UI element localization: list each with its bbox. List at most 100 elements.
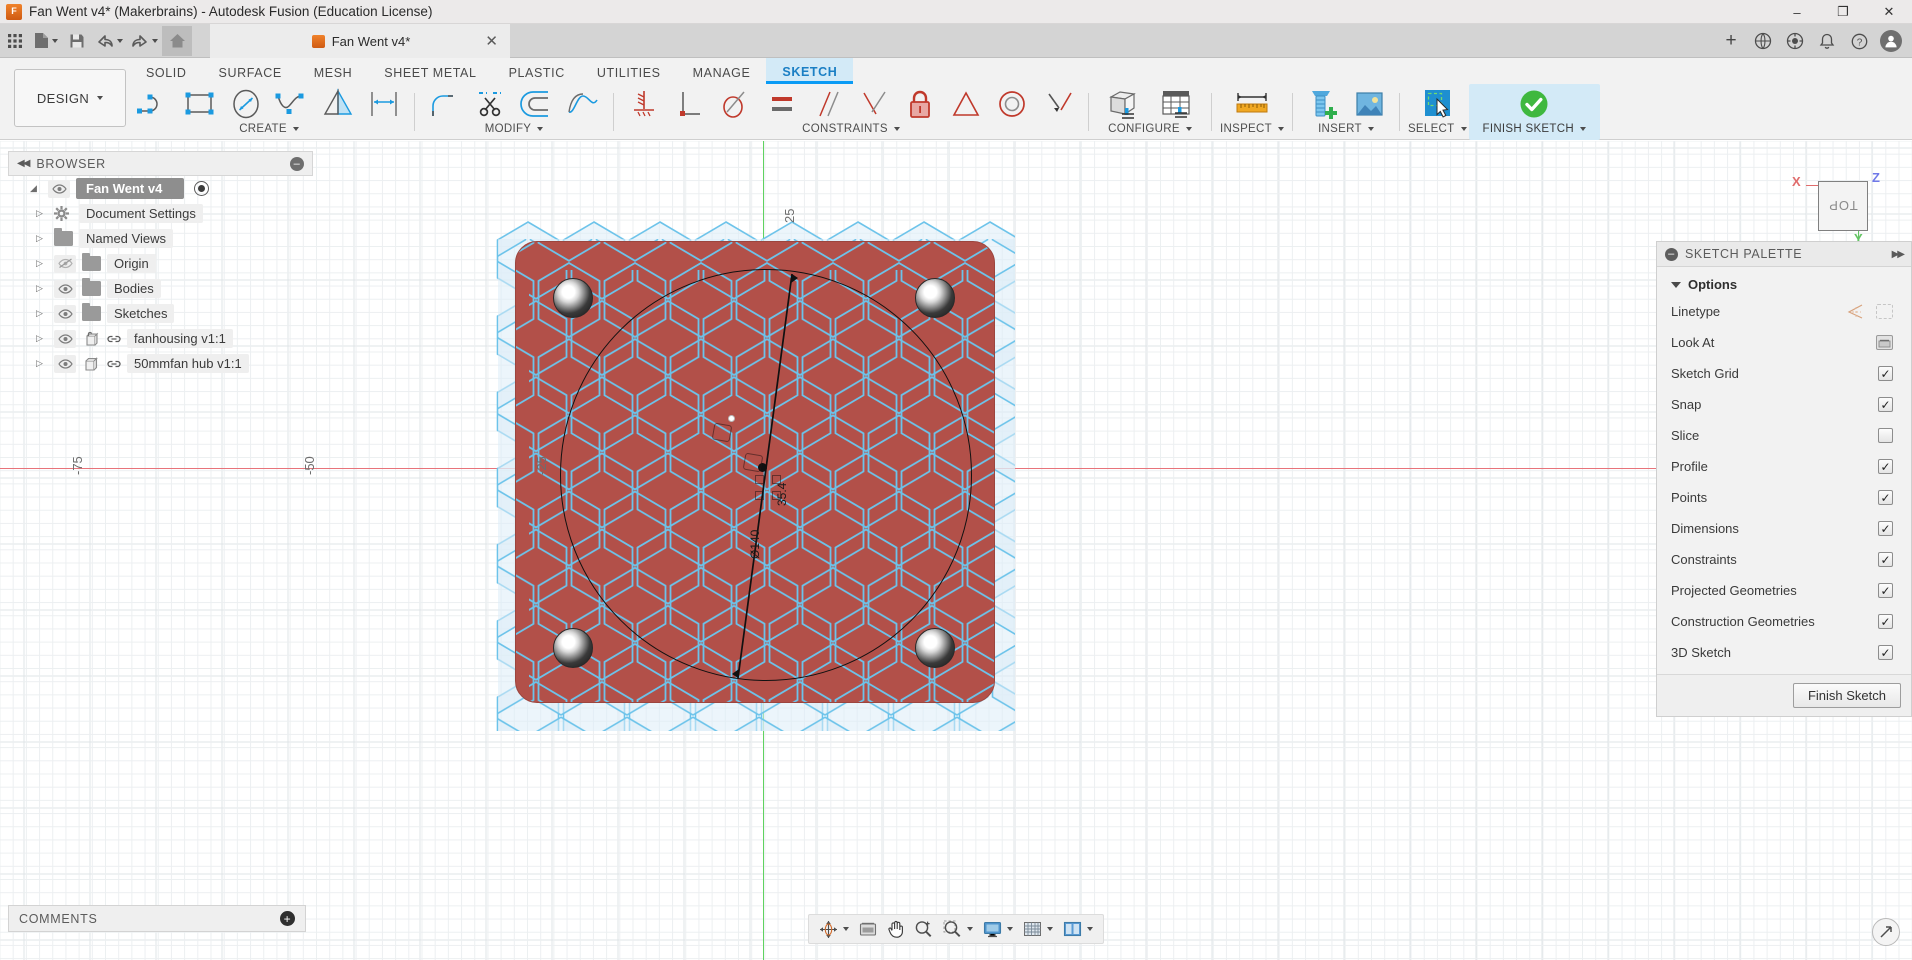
collinear-icon[interactable]: [1036, 84, 1080, 124]
visibility-eye-off-icon[interactable]: [54, 254, 76, 273]
add-tab-button[interactable]: +: [1716, 26, 1746, 56]
orbit-icon[interactable]: [814, 916, 854, 942]
line-icon[interactable]: [132, 84, 176, 124]
configure-table-icon[interactable]: [1151, 84, 1203, 124]
browser-item-fan-went[interactable]: ◢ Fan Went v4: [8, 176, 313, 201]
zoom-window-icon[interactable]: [938, 916, 978, 942]
equal-icon[interactable]: [760, 84, 804, 124]
show-hide-navbar-icon[interactable]: [1872, 918, 1900, 946]
ribbon-group-label-insert[interactable]: INSERT: [1318, 123, 1374, 135]
mount-hole-top-left[interactable]: [553, 278, 593, 318]
expander-icon[interactable]: ▷: [36, 208, 48, 219]
sketch-point-upper[interactable]: [728, 415, 735, 422]
expander-icon[interactable]: ▷: [36, 333, 48, 344]
polygon-icon[interactable]: [316, 84, 360, 124]
ribbon-group-label-create[interactable]: CREATE: [239, 123, 299, 135]
visibility-eye-icon[interactable]: [54, 279, 76, 298]
visibility-eye-icon[interactable]: [48, 179, 70, 198]
browser-item-50mmfan-hub[interactable]: ▷ 50mmfan hub v1:1: [8, 351, 313, 376]
pan-hand-icon[interactable]: [882, 916, 909, 942]
midpoint-icon[interactable]: [852, 84, 896, 124]
redo-icon[interactable]: [127, 26, 162, 56]
data-panel-icon[interactable]: [1780, 26, 1810, 56]
expander-icon[interactable]: ◢: [30, 183, 42, 194]
viewcube-face-top[interactable]: TOP: [1818, 181, 1868, 231]
help-icon[interactable]: ?: [1844, 26, 1874, 56]
close-button[interactable]: ✕: [1866, 0, 1912, 24]
browser-item-sketches[interactable]: ▷ Sketches: [8, 301, 313, 326]
mount-hole-bottom-left[interactable]: [553, 628, 593, 668]
expander-icon[interactable]: ▷: [36, 283, 48, 294]
add-comment-icon[interactable]: +: [280, 911, 295, 926]
ribbon-group-label-modify[interactable]: MODIFY: [485, 123, 544, 135]
offset-icon[interactable]: [515, 84, 559, 124]
ribbon-group-label-select[interactable]: SELECT: [1408, 123, 1467, 135]
save-icon[interactable]: [62, 26, 92, 56]
activate-component-radio[interactable]: [194, 181, 210, 196]
dimension-value-length[interactable]: 35.4: [775, 483, 789, 506]
grid-snaps-icon[interactable]: [1018, 916, 1058, 942]
configure-body-icon[interactable]: [1097, 84, 1149, 124]
document-tab[interactable]: Fan Went v4* ✕: [210, 24, 510, 58]
construction-geometries-checkbox[interactable]: ✓: [1878, 614, 1893, 629]
minimize-icon[interactable]: –: [1665, 247, 1678, 261]
design-canvas[interactable]: 35.4 Ø140 -75 -50 -25 25 X Z Y TOP ◀◀ BR…: [0, 141, 1912, 960]
ribbon-group-finish-sketch[interactable]: FINISH SKETCH: [1468, 84, 1600, 140]
dimension-value-diameter[interactable]: Ø140: [748, 530, 762, 559]
concentric-icon[interactable]: [990, 84, 1034, 124]
options-section-header[interactable]: Options: [1657, 267, 1911, 296]
collapse-left-icon[interactable]: ◀◀: [17, 158, 30, 169]
rectangle-icon[interactable]: [178, 84, 222, 124]
dimension-icon[interactable]: [362, 84, 406, 124]
green-check-icon[interactable]: [1512, 84, 1556, 124]
parallel-icon[interactable]: [806, 84, 850, 124]
perpendicular-icon[interactable]: [668, 84, 712, 124]
measure-ruler-icon[interactable]: [1226, 84, 1278, 124]
dimensions-checkbox[interactable]: ✓: [1878, 521, 1893, 536]
expander-icon[interactable]: ▷: [36, 358, 48, 369]
zoom-icon[interactable]: [909, 916, 938, 942]
ribbon-group-label-finish-sketch[interactable]: FINISH SKETCH: [1483, 123, 1586, 135]
tab-utilities[interactable]: UTILITIES: [581, 58, 677, 84]
snap-checkbox[interactable]: ✓: [1878, 397, 1893, 412]
points-checkbox[interactable]: ✓: [1878, 490, 1893, 505]
fix-lock-icon[interactable]: [898, 84, 942, 124]
maximize-button[interactable]: ❐: [1820, 0, 1866, 24]
finish-sketch-button[interactable]: Finish Sketch: [1792, 683, 1901, 708]
projected-geometries-checkbox[interactable]: ✓: [1878, 583, 1893, 598]
visibility-eye-icon[interactable]: [54, 354, 76, 373]
visibility-eye-icon[interactable]: [54, 329, 76, 348]
insert-canvas-image-icon[interactable]: [1347, 84, 1391, 124]
browser-item-named-views[interactable]: ▷ Named Views: [8, 226, 313, 251]
minimize-button[interactable]: –: [1774, 0, 1820, 24]
select-window-cursor-icon[interactable]: [1415, 84, 1459, 124]
close-icon[interactable]: ✕: [485, 32, 498, 50]
sketch-grid-checkbox[interactable]: ✓: [1878, 366, 1893, 381]
slice-checkbox[interactable]: ✓: [1878, 428, 1893, 443]
extensions-icon[interactable]: [1748, 26, 1778, 56]
apps-grid-icon[interactable]: [0, 26, 30, 56]
tab-solid[interactable]: SOLID: [130, 58, 203, 84]
browser-item-fanhousing[interactable]: ▷ fanhousing v1:1: [8, 326, 313, 351]
tab-mesh[interactable]: MESH: [298, 58, 369, 84]
curvature-icon[interactable]: [561, 84, 605, 124]
expander-icon[interactable]: ▷: [36, 258, 48, 269]
look-at-icon[interactable]: [1876, 335, 1893, 350]
account-avatar-icon[interactable]: [1876, 26, 1906, 56]
expand-right-icon[interactable]: ▶▶: [1892, 249, 1905, 260]
new-document-icon[interactable]: [30, 26, 62, 56]
expander-icon[interactable]: ▷: [36, 233, 48, 244]
3d-sketch-checkbox[interactable]: ✓: [1878, 645, 1893, 660]
workspace-selector[interactable]: DESIGN: [14, 69, 126, 127]
home-icon[interactable]: [162, 25, 192, 56]
insert-mcmaster-bolt-icon[interactable]: [1301, 84, 1345, 124]
browser-item-document-settings[interactable]: ▷ Document Settings: [8, 201, 313, 226]
comments-panel[interactable]: COMMENTS +: [8, 905, 306, 932]
browser-item-origin[interactable]: ▷ Origin: [8, 251, 313, 276]
browser-item-bodies[interactable]: ▷ Bodies: [8, 276, 313, 301]
ribbon-group-label-inspect[interactable]: INSPECT: [1220, 123, 1284, 135]
trim-icon[interactable]: [469, 84, 513, 124]
profile-checkbox[interactable]: ✓: [1878, 459, 1893, 474]
mount-hole-top-right[interactable]: [915, 278, 955, 318]
construction-linetype-icon[interactable]: [1847, 304, 1864, 319]
